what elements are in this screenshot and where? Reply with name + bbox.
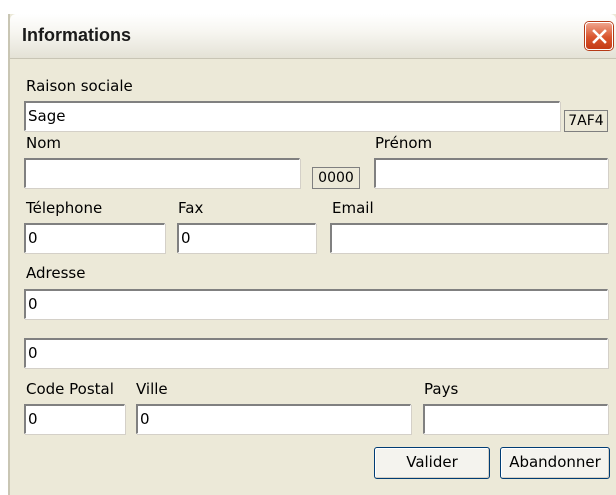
valider-button[interactable]: Valider	[374, 447, 490, 479]
informations-dialog: Informations Raison sociale Sage 7AF4 No…	[8, 14, 616, 495]
raison-sociale-label: Raison sociale	[26, 77, 133, 95]
ville-label: Ville	[136, 380, 168, 398]
title-bar[interactable]: Informations	[10, 14, 616, 59]
code-postal-label: Code Postal	[26, 380, 114, 398]
prenom-label: Prénom	[375, 134, 433, 152]
pays-input[interactable]	[423, 404, 608, 434]
fax-input[interactable]: 0	[177, 223, 316, 253]
telephone-label: Télephone	[26, 199, 103, 217]
close-icon	[592, 29, 607, 44]
adresse-line2-input[interactable]: 0	[24, 338, 608, 368]
ville-input[interactable]: 0	[136, 404, 411, 434]
email-label: Email	[332, 199, 374, 217]
close-button[interactable]	[585, 22, 613, 50]
nom-input[interactable]	[24, 158, 300, 188]
abandonner-button[interactable]: Abandonner	[500, 447, 610, 479]
window-title: Informations	[22, 25, 132, 45]
raison-sociale-input[interactable]: Sage	[24, 101, 560, 131]
adresse-label: Adresse	[26, 264, 86, 282]
code-postal-input[interactable]: 0	[24, 404, 125, 434]
nom-label: Nom	[26, 134, 62, 152]
raison-sociale-code: 7AF4	[564, 110, 608, 132]
pays-label: Pays	[424, 380, 459, 398]
telephone-input[interactable]: 0	[24, 223, 165, 253]
nom-code: 0000	[312, 167, 360, 189]
email-input[interactable]	[330, 223, 608, 253]
adresse-line1-input[interactable]: 0	[24, 289, 608, 319]
fax-label: Fax	[178, 199, 204, 217]
prenom-input[interactable]	[374, 158, 608, 188]
